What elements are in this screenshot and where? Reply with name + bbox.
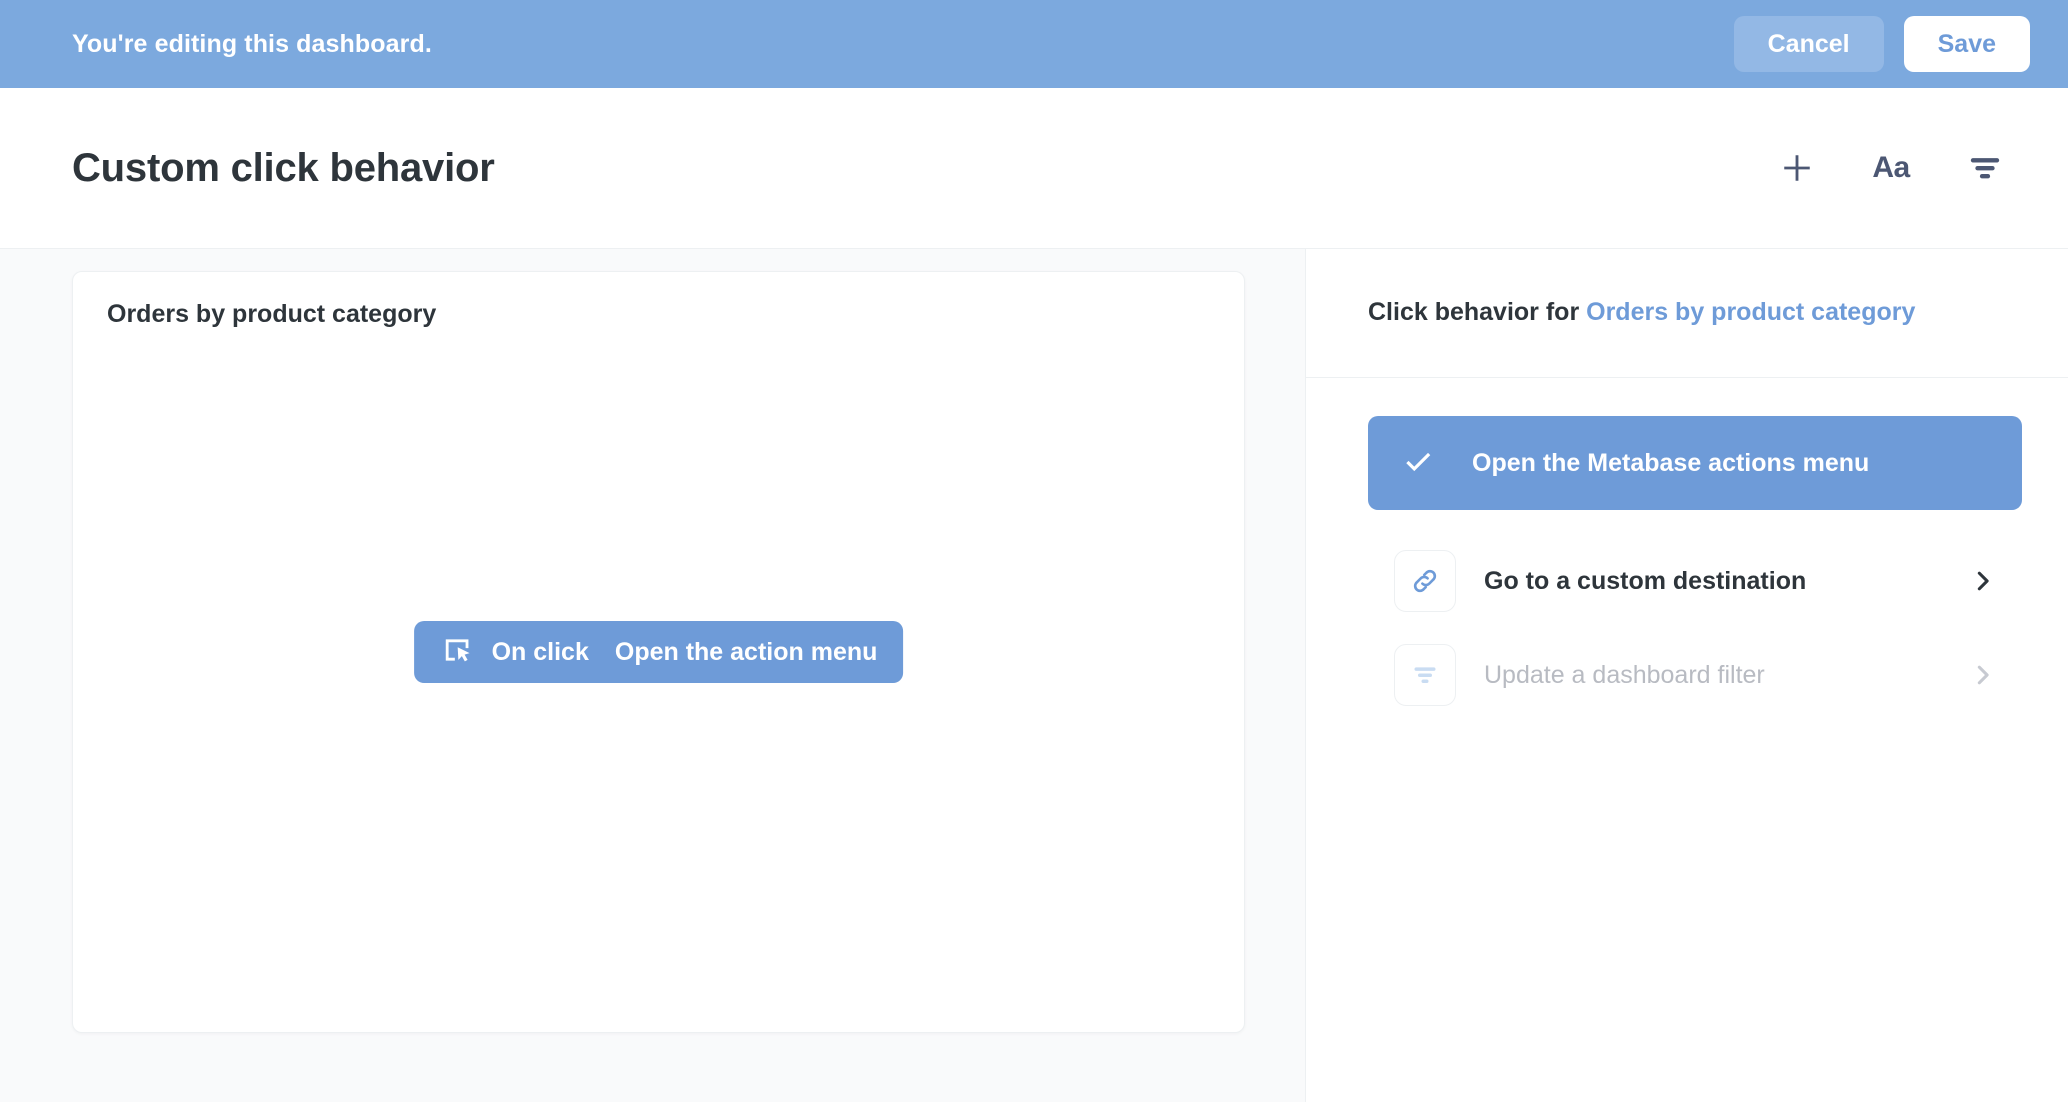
cancel-button[interactable]: Cancel: [1733, 15, 1884, 73]
chevron-right-icon: [1970, 568, 2010, 594]
filter-icon: [1394, 644, 1456, 706]
sidebar-options-list: Open the Metabase actions menu Go to a c…: [1306, 378, 2068, 1102]
edit-mode-message: You're editing this dashboard.: [72, 29, 432, 58]
click-behavior-sidebar: Click behavior for Orders by product cat…: [1305, 249, 2068, 1102]
filter-icon[interactable]: [1964, 147, 2006, 189]
option-update-dashboard-filter[interactable]: Update a dashboard filter: [1368, 628, 2022, 722]
dashboard-canvas: Orders by product category On click Open…: [0, 249, 1305, 1102]
dashboard-header: Custom click behavior Aa: [0, 88, 2068, 249]
option-open-actions-menu-label: Open the Metabase actions menu: [1472, 448, 1870, 477]
dashboard-card[interactable]: Orders by product category On click Open…: [72, 271, 1245, 1033]
option-update-dashboard-filter-label: Update a dashboard filter: [1484, 660, 1765, 689]
option-open-actions-menu[interactable]: Open the Metabase actions menu: [1368, 416, 2022, 510]
on-click-value: Open the action menu: [614, 637, 878, 666]
check-icon: [1402, 445, 1434, 482]
sidebar-header: Click behavior for Orders by product cat…: [1306, 249, 2068, 378]
add-icon[interactable]: [1776, 147, 1818, 189]
sidebar-header-prefix: Click behavior for: [1368, 298, 1580, 327]
edit-mode-banner: You're editing this dashboard. Cancel Sa…: [0, 0, 2068, 88]
dashboard-body: Orders by product category On click Open…: [0, 249, 2068, 1102]
chevron-right-icon: [1970, 662, 2010, 688]
option-custom-destination-label: Go to a custom destination: [1484, 566, 1807, 595]
on-click-label: On click: [491, 637, 589, 666]
save-button[interactable]: Save: [1903, 15, 2030, 73]
text-card-icon[interactable]: Aa: [1870, 147, 1912, 189]
option-custom-destination[interactable]: Go to a custom destination: [1368, 534, 2022, 628]
sidebar-header-target-link[interactable]: Orders by product category: [1586, 298, 1915, 326]
dashboard-header-toolbar: Aa: [1776, 147, 2006, 189]
edit-mode-actions: Cancel Save: [1733, 15, 2030, 73]
click-target-icon: [440, 633, 474, 672]
on-click-behavior-button[interactable]: On click Open the action menu: [413, 621, 904, 683]
dashboard-card-title: Orders by product category: [107, 300, 437, 328]
page-title: Custom click behavior: [72, 145, 495, 190]
link-icon: [1394, 550, 1456, 612]
sidebar-header-title: Click behavior for Orders by product cat…: [1368, 297, 1915, 328]
